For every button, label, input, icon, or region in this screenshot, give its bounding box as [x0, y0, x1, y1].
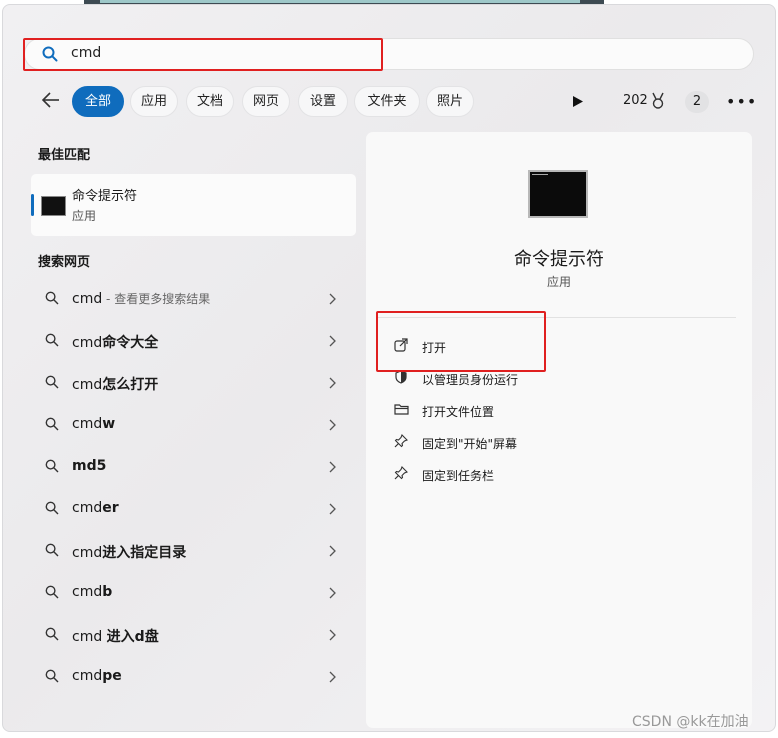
- search-icon: [45, 291, 59, 305]
- watermark: CSDN @kk在加油: [632, 714, 749, 730]
- filter-all[interactable]: 全部: [72, 86, 124, 117]
- search-icon: [45, 333, 59, 347]
- web-result-label: cmd 进入d盘: [72, 629, 159, 645]
- action-label: 打开文件位置: [422, 405, 495, 419]
- highlight-box-search: [23, 38, 383, 71]
- action-label: 以管理员身份运行: [422, 373, 519, 387]
- action-label: 固定到任务栏: [422, 469, 495, 483]
- chevron-right-icon[interactable]: [328, 545, 336, 557]
- search-icon: [45, 501, 59, 515]
- search-icon: [45, 459, 59, 473]
- chevron-right-icon[interactable]: [328, 377, 336, 389]
- back-arrow-icon[interactable]: [41, 90, 61, 110]
- web-result[interactable]: cmd进入指定目录: [31, 533, 356, 569]
- filter-web[interactable]: 网页: [242, 86, 290, 117]
- pin-icon: [394, 466, 408, 480]
- profile-badge[interactable]: 2: [685, 91, 709, 113]
- search-icon: [45, 585, 59, 599]
- chevron-right-icon[interactable]: [328, 335, 336, 347]
- web-result[interactable]: md5: [31, 449, 356, 485]
- web-result-label: cmd - 查看更多搜索结果: [72, 291, 211, 307]
- web-result-label: cmdb: [72, 584, 113, 600]
- chevron-right-icon[interactable]: [328, 671, 336, 683]
- selection-indicator: [31, 194, 34, 216]
- highlight-box-open: [376, 311, 546, 372]
- chevron-right-icon[interactable]: [328, 461, 336, 473]
- command-prompt-icon: [41, 196, 66, 216]
- search-icon: [45, 669, 59, 683]
- web-result[interactable]: cmdpe: [31, 659, 356, 695]
- web-result-label: cmd进入指定目录: [72, 545, 187, 561]
- chevron-right-icon[interactable]: [328, 587, 336, 599]
- shield-icon: [395, 370, 407, 384]
- filter-folders[interactable]: 文件夹: [354, 86, 420, 117]
- command-prompt-large-icon: [528, 170, 588, 218]
- search-icon: [45, 627, 59, 641]
- search-icon: [45, 375, 59, 389]
- detail-title: 命令提示符: [514, 249, 604, 270]
- web-result-label: cmd怎么打开: [72, 377, 159, 393]
- detail-subtitle: 应用: [546, 275, 571, 289]
- background-window-accent: [100, 0, 580, 3]
- web-result[interactable]: cmd怎么打开: [31, 365, 356, 401]
- play-icon[interactable]: [572, 95, 584, 108]
- search-icon: [45, 543, 59, 557]
- filter-apps[interactable]: 应用: [130, 86, 178, 117]
- best-match-title: 命令提示符: [72, 189, 138, 204]
- web-result-label: cmdpe: [72, 668, 122, 684]
- web-result-label: cmder: [72, 500, 119, 516]
- web-result[interactable]: cmd - 查看更多搜索结果: [31, 281, 356, 317]
- best-match-heading: 最佳匹配: [38, 148, 91, 163]
- best-match-item[interactable]: 命令提示符 应用: [31, 174, 356, 236]
- web-result[interactable]: cmder: [31, 491, 356, 527]
- filter-settings[interactable]: 设置: [298, 86, 348, 117]
- chevron-right-icon[interactable]: [328, 293, 336, 305]
- search-icon: [45, 417, 59, 431]
- web-result[interactable]: cmdb: [31, 575, 356, 611]
- chevron-right-icon[interactable]: [328, 503, 336, 515]
- best-match-subtitle: 应用: [72, 209, 97, 223]
- web-result[interactable]: cmd命令大全: [31, 323, 356, 359]
- web-result[interactable]: cmd 进入d盘: [31, 617, 356, 653]
- web-search-heading: 搜索网页: [38, 255, 91, 270]
- action-label: 固定到"开始"屏幕: [422, 437, 518, 451]
- more-options-icon[interactable]: •••: [726, 92, 757, 111]
- chevron-right-icon[interactable]: [328, 419, 336, 431]
- web-result[interactable]: cmdw: [31, 407, 356, 443]
- web-result-label: cmdw: [72, 416, 116, 432]
- medal-icon[interactable]: [650, 92, 666, 110]
- filter-photos[interactable]: 照片: [426, 86, 474, 117]
- filter-documents[interactable]: 文档: [186, 86, 234, 117]
- web-result-label: cmd命令大全: [72, 335, 159, 351]
- web-result-label: md5: [72, 458, 107, 474]
- chevron-right-icon[interactable]: [328, 629, 336, 641]
- rewards-points: 202: [623, 93, 648, 108]
- pin-icon: [394, 434, 408, 448]
- folder-icon: [394, 404, 409, 415]
- detail-pane: 命令提示符 应用 打开 以管理员身份运行 打开文件位置 固定到"开始"屏幕 固定…: [366, 132, 752, 728]
